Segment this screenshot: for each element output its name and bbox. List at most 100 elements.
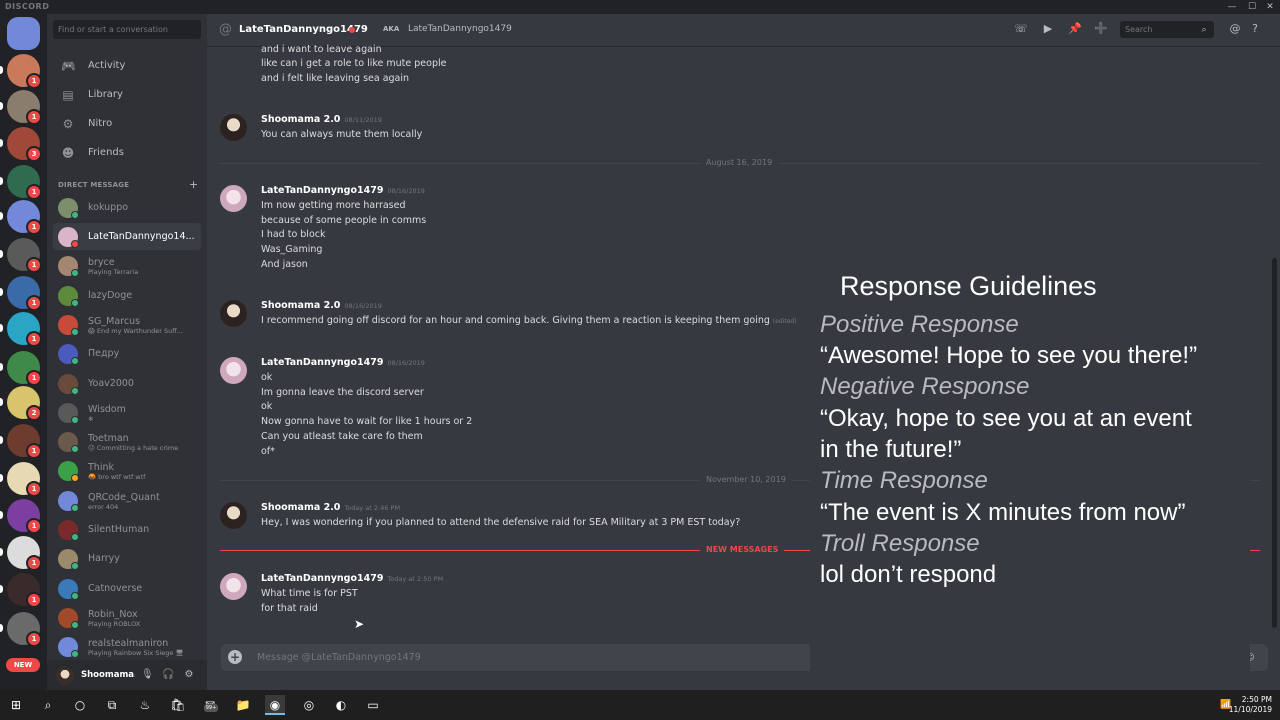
add-friend-icon[interactable]: ➕ (1094, 22, 1108, 36)
new-unreads-pill[interactable]: NEW (6, 658, 40, 672)
start-icon[interactable]: ⊞ (6, 695, 26, 715)
dm-row[interactable]: Toetman 😐 Committing a hate crime (53, 428, 201, 455)
title-bar: DISCORD — ☐ ✕ (0, 0, 1280, 14)
server-icon[interactable]: 1 (7, 462, 42, 497)
nav-library[interactable]: ▤ Library (53, 82, 201, 108)
message-author[interactable]: Shoomama 2.0 (261, 300, 340, 311)
server-icon[interactable]: 2 (7, 386, 42, 421)
dm-row[interactable]: Robin_Nox Playing ROBLOX (53, 604, 201, 631)
message-author[interactable]: Shoomama 2.0 (261, 502, 340, 513)
server-icon[interactable]: 3 (7, 127, 42, 162)
unread-indicator (0, 363, 3, 371)
create-dm-icon[interactable]: + (189, 178, 198, 191)
clock-time: 2:50 PM (1241, 695, 1272, 704)
dm-row[interactable]: Catnoverse (53, 575, 201, 602)
server-icon[interactable]: 1 (7, 238, 42, 273)
server-icon[interactable]: 1 (7, 424, 42, 459)
message-author[interactable]: Shoomama 2.0 (261, 114, 340, 125)
call-icon[interactable]: ☏ (1014, 22, 1028, 36)
search-icon[interactable]: ⌕ (38, 695, 58, 715)
nav-friends[interactable]: ☻ Friends (53, 140, 201, 166)
avatar[interactable] (220, 300, 247, 327)
mention-icon[interactable]: @ (1228, 22, 1242, 36)
find-conversation-input[interactable]: Find or start a conversation (53, 20, 201, 39)
mention-badge: 1 (26, 184, 42, 200)
avatar[interactable] (220, 357, 247, 384)
overlay-title: Response Guidelines (840, 271, 1097, 301)
status-dot-icon (71, 474, 79, 482)
status-dot-icon (71, 328, 79, 336)
mention-badge: 2 (26, 405, 42, 421)
task-view-icon[interactable]: ⧉ (102, 695, 122, 715)
dm-row[interactable]: realstealmaniron Playing Rainbow Six Sieg… (53, 633, 201, 660)
message-author[interactable]: LateTanDannyngo1479 (261, 185, 383, 196)
server-icon[interactable]: 1 (7, 351, 42, 386)
dm-name: bryce (88, 257, 115, 268)
close-button[interactable]: ✕ (1260, 0, 1280, 14)
notepad-icon[interactable]: ▭ (363, 695, 383, 715)
status-dot-icon (71, 387, 79, 395)
unread-indicator (0, 511, 3, 519)
status-dot-icon (71, 240, 79, 248)
dm-row[interactable]: SilentHuman (53, 516, 201, 543)
dm-row[interactable]: Педру (53, 340, 201, 367)
server-icon[interactable]: 1 (7, 612, 42, 647)
nav-label: Nitro (88, 118, 113, 129)
server-icon[interactable]: 1 (7, 165, 42, 200)
file-explorer-icon[interactable]: 📁 (233, 695, 253, 715)
dm-row[interactable]: kokuppo (53, 194, 201, 221)
headphones-icon[interactable]: 🎧 (162, 669, 174, 681)
dm-row[interactable]: bryce Playing Terraria (53, 252, 201, 279)
gear-icon[interactable]: ⚙ (183, 669, 195, 681)
server-icon[interactable]: 1 (7, 54, 42, 89)
maximize-button[interactable]: ☐ (1242, 0, 1262, 14)
message-input[interactable]: Message @LateTanDannyngo1479 (257, 652, 421, 663)
video-icon[interactable]: ▶ (1041, 22, 1055, 36)
dm-row[interactable]: lazyDoge (53, 282, 201, 309)
message-text-content: And jason (261, 258, 308, 270)
mention-badge: 1 (26, 73, 42, 89)
dm-row[interactable]: QRCode_Quant error 404 (53, 487, 201, 514)
server-icon[interactable]: 1 (7, 312, 42, 347)
steam-icon[interactable]: ♨ (135, 695, 155, 715)
server-icon[interactable]: 1 (7, 200, 42, 235)
guideline-response: in the future!” (820, 436, 962, 463)
server-icon[interactable]: 1 (7, 536, 42, 571)
avatar[interactable] (220, 502, 247, 529)
avatar[interactable] (56, 667, 74, 685)
dm-row[interactable]: SG_Marcus 😱 End my Warthunder Suff... (53, 311, 201, 338)
home-icon[interactable] (7, 17, 40, 50)
mic-icon[interactable]: 🎙 (141, 669, 154, 681)
server-icon[interactable]: 1 (7, 573, 42, 608)
avatar[interactable] (220, 114, 247, 141)
store-icon[interactable]: 🛍 (168, 695, 188, 715)
avatar[interactable] (220, 185, 247, 212)
server-icon[interactable]: 1 (7, 90, 42, 125)
dm-row[interactable]: Think 🤬 bro wtf wtf wtf (53, 457, 201, 484)
message-author[interactable]: LateTanDannyngo1479 (261, 357, 383, 368)
dm-row[interactable]: Wisdom ❄ (53, 399, 201, 426)
obs-icon[interactable]: ◐ (331, 695, 351, 715)
message-text-content: You can always mute them locally (261, 129, 423, 140)
dm-row[interactable]: Harryy (53, 545, 201, 572)
pin-icon[interactable]: 📌 (1068, 22, 1082, 36)
server-icon[interactable]: 1 (7, 499, 42, 534)
server-icon[interactable]: 1 (7, 276, 42, 311)
help-icon[interactable]: ? (1248, 22, 1262, 36)
message-text: ok (261, 401, 272, 412)
nav-activity[interactable]: 🎮 Activity (53, 53, 201, 79)
avatar[interactable] (220, 573, 247, 600)
minimize-button[interactable]: — (1222, 0, 1242, 14)
nav-nitro[interactable]: ⚙ Nitro (53, 111, 201, 137)
direct-message-header: DIRECT MESSAGE (58, 181, 130, 189)
discord-taskbar-icon[interactable]: ◉ (265, 695, 285, 715)
cortana-icon[interactable]: ○ (70, 695, 90, 715)
message-author[interactable]: LateTanDannyngo1479 (261, 573, 383, 584)
chrome-icon[interactable]: ◎ (299, 695, 319, 715)
system-clock[interactable]: 2:50 PM 11/10/2019 (1229, 695, 1272, 715)
upload-plus-icon[interactable]: + (228, 650, 242, 664)
dm-status: 😐 Committing a hate crime (88, 444, 179, 452)
scrollbar[interactable] (1272, 258, 1277, 628)
dm-row[interactable]: LateTanDannyngo14... (53, 223, 201, 250)
dm-row[interactable]: Yoav2000 (53, 370, 201, 397)
